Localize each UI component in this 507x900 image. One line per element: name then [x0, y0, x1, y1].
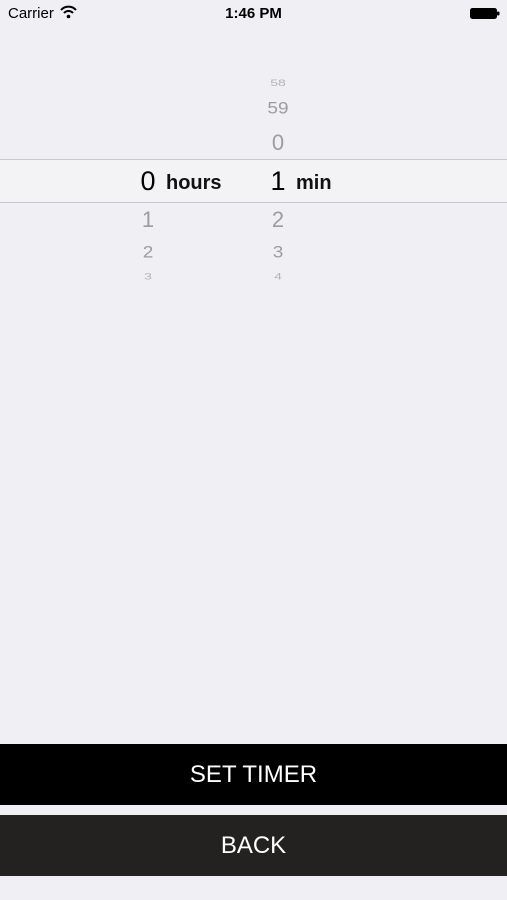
minutes-option[interactable]: 0: [248, 131, 308, 155]
minutes-option[interactable]: 2: [248, 208, 308, 232]
set-timer-button[interactable]: SET TIMER: [0, 744, 507, 805]
minutes-option[interactable]: 59: [248, 100, 308, 118]
minutes-option[interactable]: 4: [248, 271, 308, 280]
status-bar: Carrier 1:46 PM: [0, 0, 507, 28]
minutes-option[interactable]: 58: [248, 78, 308, 87]
hours-option[interactable]: 2: [118, 244, 178, 262]
minutes-unit-label: min: [296, 172, 332, 194]
battery-icon: [470, 8, 500, 19]
minutes-option[interactable]: 3: [248, 244, 308, 262]
timer-picker[interactable]: 0 1 2 3 hours 58 59 0 1 2 3 4 min: [0, 60, 507, 300]
status-time: 1:46 PM: [225, 5, 282, 22]
hours-unit-label: hours: [166, 172, 222, 194]
hours-option[interactable]: 3: [118, 271, 178, 280]
picker-divider-top: [0, 159, 507, 160]
picker-divider-bottom: [0, 202, 507, 203]
hours-option[interactable]: 1: [118, 208, 178, 232]
back-button[interactable]: BACK: [0, 815, 507, 876]
